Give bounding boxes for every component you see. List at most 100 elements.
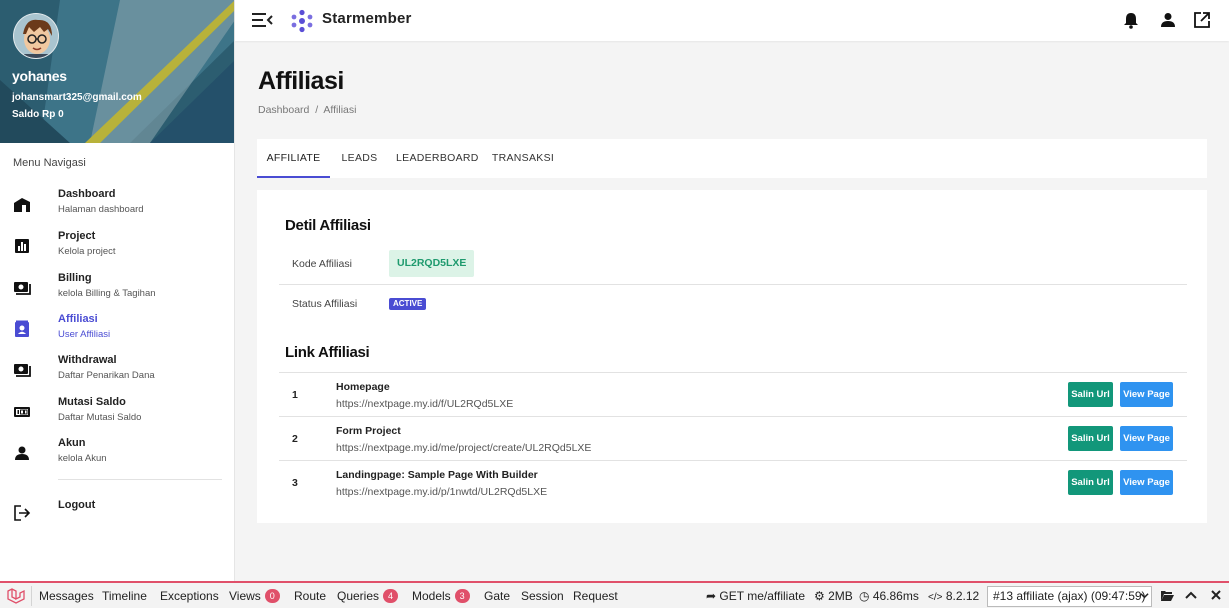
route-indicator[interactable]: ➦ GET me/affiliate [706, 587, 805, 605]
memory-indicator[interactable]: ⚙ 2MB [814, 587, 853, 605]
php-indicator[interactable]: </> 8.2.12 [928, 587, 979, 605]
clock-icon: ◷ [859, 589, 870, 603]
debug-tab-models[interactable]: Models 3 [412, 587, 470, 605]
link-url: https://nextpage.my.id/me/project/create… [336, 442, 592, 454]
sidebar-item-label: Mutasi Saldo [58, 396, 126, 408]
bell-icon[interactable] [1122, 11, 1140, 29]
status-affiliasi-label: Status Affiliasi [292, 298, 358, 310]
chevron-down-icon [1140, 593, 1149, 599]
tab-leads[interactable]: LEADS [337, 139, 382, 178]
debug-tab-exceptions[interactable]: Exceptions [160, 587, 219, 605]
php-version-text: 8.2.12 [945, 589, 980, 603]
debug-tab-queries[interactable]: Queries 4 [337, 587, 399, 605]
debug-tab-gate[interactable]: Gate [484, 587, 510, 605]
request-select-value: #13 affiliate (ajax) (09:47:59) [993, 589, 1146, 603]
sidebar-item-affiliasi[interactable]: Affiliasi User Affiliasi [0, 313, 234, 349]
status-badge: ACTIVE [389, 298, 427, 310]
close-icon[interactable] [1210, 589, 1222, 601]
menu-collapse-icon[interactable] [251, 10, 273, 30]
sidebar-item-akun[interactable]: Akun kelola Akun [0, 437, 234, 473]
logout-label: Logout [58, 499, 96, 511]
brand-name[interactable]: Starmember [322, 10, 412, 27]
user-icon[interactable] [1159, 11, 1177, 29]
external-link-icon[interactable] [1193, 11, 1211, 29]
tab-leaderboard[interactable]: LEADERBOARD [396, 139, 478, 178]
profile-header: yohanes johansmart325@gmail.com Saldo Rp… [0, 0, 234, 143]
sidebar-item-sub: kelola Billing & Tagihan [58, 288, 156, 299]
folder-open-icon[interactable] [1160, 589, 1174, 602]
sidebar-item-mutasi-saldo[interactable]: Mutasi Saldo Daftar Mutasi Saldo [0, 396, 234, 432]
sidebar-item-sub: Daftar Mutasi Saldo [58, 412, 142, 423]
view-page-button[interactable]: View Page [1120, 426, 1173, 451]
copy-url-button[interactable]: Salin Url [1068, 382, 1113, 407]
chevron-up-icon[interactable] [1185, 590, 1197, 600]
link-url: https://nextpage.my.id/p/1nwtd/UL2RQd5LX… [336, 486, 548, 498]
bar-chart-icon [15, 239, 29, 253]
view-page-button[interactable]: View Page [1120, 382, 1173, 407]
code-icon: </> [928, 592, 943, 603]
tab-label: Gate [484, 589, 511, 603]
sidebar-item-label: Billing [58, 272, 92, 284]
debug-tab-timeline[interactable]: Timeline [102, 587, 147, 605]
sidebar-item-label: Akun [58, 437, 86, 449]
sidebar: yohanes johansmart325@gmail.com Saldo Rp… [0, 0, 235, 581]
link-name: Form Project [336, 425, 401, 437]
breadcrumb: Dashboard / Affiliasi [258, 104, 356, 116]
sidebar-item-billing[interactable]: Billing kelola Billing & Tagihan [0, 272, 234, 308]
user-email: johansmart325@gmail.com [12, 92, 142, 103]
count-badge: 3 [454, 589, 470, 603]
sidebar-item-label: Affiliasi [58, 313, 98, 325]
tab-transaksi[interactable]: TRANSAKSI [491, 139, 555, 178]
sidebar-item-sub: kelola Akun [58, 453, 107, 464]
sidebar-item-label: Withdrawal [58, 354, 117, 366]
copy-url-button[interactable]: Salin Url [1068, 426, 1113, 451]
sidebar-item-withdrawal[interactable]: Withdrawal Daftar Penarikan Dana [0, 354, 234, 390]
menu-title: Menu Navigasi [13, 157, 86, 169]
table-row: 3 Landingpage: Sample Page With Builder … [279, 460, 1187, 504]
home-icon [14, 198, 30, 212]
cash-icon [14, 282, 31, 295]
sidebar-item-sub: Halaman dashboard [58, 204, 144, 215]
sidebar-item-sub: User Affiliasi [58, 329, 111, 340]
row-number: 3 [292, 477, 298, 489]
debug-tab-views[interactable]: Views 0 [229, 587, 280, 605]
cogs-icon: ⚙ [814, 589, 825, 603]
page-title: Affiliasi [258, 67, 344, 95]
logout-button[interactable]: Logout [0, 497, 234, 533]
user-saldo: Saldo Rp 0 [12, 109, 64, 120]
sidebar-item-dashboard[interactable]: Dashboard Halaman dashboard [0, 188, 234, 224]
row-number: 2 [292, 433, 298, 445]
debug-tab-session[interactable]: Session [521, 587, 564, 605]
debug-tab-messages[interactable]: Messages [39, 587, 94, 605]
tab-bar: AFFILIATE LEADS LEADERBOARD TRANSAKSI [257, 139, 1207, 178]
sidebar-item-project[interactable]: Project Kelola project [0, 230, 234, 266]
breadcrumb-separator: / [315, 104, 319, 116]
breadcrumb-item-dashboard[interactable]: Dashboard [258, 104, 309, 116]
row-number: 1 [292, 389, 298, 401]
sidebar-item-sub: Daftar Penarikan Dana [58, 370, 155, 381]
link-title: Link Affiliasi [285, 344, 370, 361]
breadcrumb-item-current: Affiliasi [323, 104, 357, 116]
debug-bar: Messages Timeline Exceptions Views 0 Rout… [0, 581, 1229, 608]
view-page-button[interactable]: View Page [1120, 470, 1173, 495]
person-icon [15, 446, 29, 460]
time-indicator[interactable]: ◷ 46.86ms [859, 587, 919, 605]
tab-affiliate[interactable]: AFFILIATE [257, 139, 330, 178]
user-name: yohanes [12, 68, 67, 84]
link-name: Landingpage: Sample Page With Builder [336, 469, 538, 481]
tab-label: Models [412, 589, 451, 603]
topbar: Starmember [235, 0, 1229, 41]
request-select[interactable]: #13 affiliate (ajax) (09:47:59) [987, 586, 1152, 607]
tab-label: Queries [337, 589, 380, 603]
sidebar-item-label: Dashboard [58, 188, 116, 200]
laravel-logo-icon[interactable] [6, 587, 26, 605]
debug-tab-request[interactable]: Request [573, 587, 618, 605]
debug-tab-route[interactable]: Route [294, 587, 326, 605]
avatar[interactable] [13, 13, 59, 59]
time-text: 46.86ms [872, 589, 919, 603]
table-row: 1 Homepage https://nextpage.my.id/f/UL2R… [279, 372, 1187, 416]
brand-logo-icon[interactable] [290, 9, 314, 33]
copy-url-button[interactable]: Salin Url [1068, 470, 1113, 495]
tab-label: Timeline [102, 589, 147, 603]
logout-icon [14, 505, 31, 521]
